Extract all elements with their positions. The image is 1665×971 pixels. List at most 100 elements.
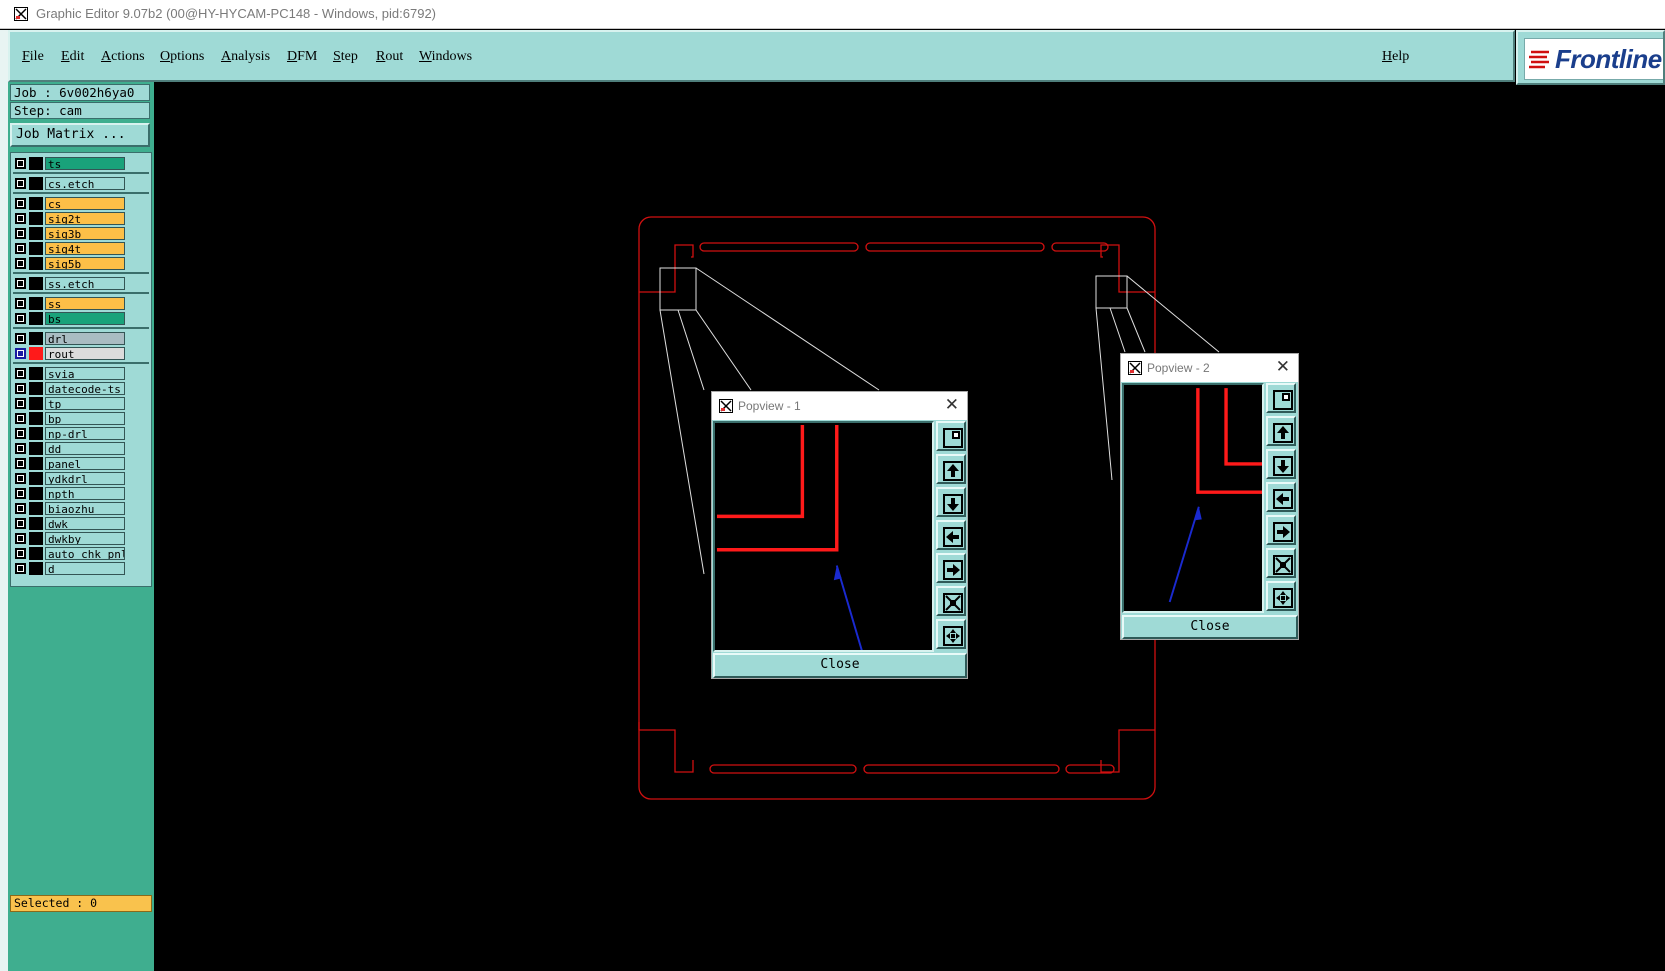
layer-row-ydkdrl[interactable]: ydkdrl (13, 472, 125, 485)
layer-color-swatch[interactable] (29, 532, 43, 545)
layer-name[interactable]: np-drl (45, 427, 125, 440)
menu-rout[interactable]: Rout (376, 49, 403, 65)
layer-checkbox[interactable] (15, 398, 26, 409)
zoom-fit-button[interactable] (936, 586, 966, 616)
layer-color-swatch[interactable] (29, 242, 43, 255)
layer-color-swatch[interactable] (29, 257, 43, 270)
layer-row-datecode-ts[interactable]: datecode-ts (13, 382, 125, 395)
menu-windows[interactable]: Windows (419, 49, 472, 65)
layer-color-swatch[interactable] (29, 487, 43, 500)
layer-name[interactable]: sig3b (45, 227, 125, 240)
layer-checkbox[interactable] (15, 313, 26, 324)
zoom-home-button[interactable] (936, 619, 966, 649)
popview-1-view[interactable] (713, 421, 934, 652)
layer-name[interactable]: auto_chk_pnl (45, 547, 125, 560)
layer-checkbox[interactable] (15, 503, 26, 514)
layer-name[interactable]: biaozhu (45, 502, 125, 515)
layer-checkbox[interactable] (15, 368, 26, 379)
layer-color-swatch[interactable] (29, 227, 43, 240)
layer-row-sig3b[interactable]: sig3b (13, 227, 125, 240)
layer-checkbox[interactable] (15, 473, 26, 484)
menu-file[interactable]: File (22, 49, 44, 65)
popview-1-titlebar[interactable]: Popview - 1 ✕ (712, 392, 967, 420)
pan-down-button[interactable] (936, 487, 966, 517)
layer-name[interactable]: npth (45, 487, 125, 500)
layer-color-swatch[interactable] (29, 472, 43, 485)
popview-2-window[interactable]: Popview - 2 ✕ Close (1120, 353, 1299, 640)
layer-name[interactable]: ts (45, 157, 125, 170)
layer-row-dwkby[interactable]: dwkby (13, 532, 125, 545)
layer-checkbox[interactable] (15, 213, 26, 224)
layer-color-swatch[interactable] (29, 347, 43, 360)
layer-checkbox[interactable] (15, 228, 26, 239)
job-matrix-button[interactable]: Job Matrix ... (10, 123, 150, 147)
layer-color-swatch[interactable] (29, 517, 43, 530)
layer-color-swatch[interactable] (29, 397, 43, 410)
layer-row-biaozhu[interactable]: biaozhu (13, 502, 125, 515)
layer-color-swatch[interactable] (29, 312, 43, 325)
layer-checkbox[interactable] (15, 443, 26, 454)
popview-2-titlebar[interactable]: Popview - 2 ✕ (1121, 354, 1298, 382)
layer-color-swatch[interactable] (29, 367, 43, 380)
layer-name[interactable]: sig5b (45, 257, 125, 270)
zoom-home-button[interactable] (1266, 581, 1296, 611)
layer-checkbox[interactable] (15, 158, 26, 169)
close-icon[interactable]: ✕ (945, 395, 959, 415)
layer-row-cs-etch[interactable]: cs.etch (13, 177, 125, 190)
zoom-window-button[interactable] (1266, 383, 1296, 413)
close-icon[interactable]: ✕ (1276, 357, 1290, 377)
layer-checkbox[interactable] (15, 458, 26, 469)
layer-row-ss[interactable]: ss (13, 297, 125, 310)
layer-name[interactable]: drl (45, 332, 125, 345)
layer-row-sig2t[interactable]: sig2t (13, 212, 125, 225)
pan-left-button[interactable] (936, 520, 966, 550)
layer-name[interactable]: dwkby (45, 532, 125, 545)
layer-row-rout[interactable]: rout (13, 347, 125, 360)
layer-row-panel[interactable]: panel (13, 457, 125, 470)
pan-right-button[interactable] (1266, 515, 1296, 545)
layer-checkbox[interactable] (15, 533, 26, 544)
layer-row-drl[interactable]: drl (13, 332, 125, 345)
layer-row-sig5b[interactable]: sig5b (13, 257, 125, 270)
menu-actions[interactable]: Actions (101, 49, 145, 65)
pan-up-button[interactable] (936, 454, 966, 484)
zoom-window-button[interactable] (936, 421, 966, 451)
layer-checkbox[interactable] (15, 488, 26, 499)
layer-name[interactable]: ss (45, 297, 125, 310)
layer-checkbox[interactable] (15, 348, 26, 359)
layer-row-cs[interactable]: cs (13, 197, 125, 210)
layer-row-auto-chk-pnl[interactable]: auto_chk_pnl (13, 547, 125, 560)
menu-options[interactable]: Options (160, 49, 204, 65)
layer-name[interactable]: panel (45, 457, 125, 470)
layer-color-swatch[interactable] (29, 547, 43, 560)
menu-help[interactable]: Help (1382, 49, 1409, 65)
layer-color-swatch[interactable] (29, 412, 43, 425)
layer-color-swatch[interactable] (29, 502, 43, 515)
layer-color-swatch[interactable] (29, 457, 43, 470)
layer-name[interactable]: cs (45, 197, 125, 210)
layer-checkbox[interactable] (15, 413, 26, 424)
menu-edit[interactable]: Edit (61, 49, 84, 65)
layer-name[interactable]: bp (45, 412, 125, 425)
pan-down-button[interactable] (1266, 449, 1296, 479)
layer-color-swatch[interactable] (29, 442, 43, 455)
layer-checkbox[interactable] (15, 258, 26, 269)
layer-row-npth[interactable]: npth (13, 487, 125, 500)
layer-color-swatch[interactable] (29, 562, 43, 575)
layer-color-swatch[interactable] (29, 277, 43, 290)
popview-1-window[interactable]: Popview - 1 ✕ Close (711, 391, 968, 679)
layer-checkbox[interactable] (15, 298, 26, 309)
menu-step[interactable]: Step (333, 49, 358, 65)
layer-name[interactable]: bs (45, 312, 125, 325)
layer-name[interactable]: tp (45, 397, 125, 410)
layer-name[interactable]: rout (45, 347, 125, 360)
layer-checkbox[interactable] (15, 518, 26, 529)
layer-name[interactable]: ydkdrl (45, 472, 125, 485)
layer-color-swatch[interactable] (29, 212, 43, 225)
layer-name[interactable]: dwk (45, 517, 125, 530)
layer-checkbox[interactable] (15, 278, 26, 289)
layer-color-swatch[interactable] (29, 297, 43, 310)
layer-row-bp[interactable]: bp (13, 412, 125, 425)
layer-name[interactable]: datecode-ts (45, 382, 125, 395)
layer-row-dwk[interactable]: dwk (13, 517, 125, 530)
